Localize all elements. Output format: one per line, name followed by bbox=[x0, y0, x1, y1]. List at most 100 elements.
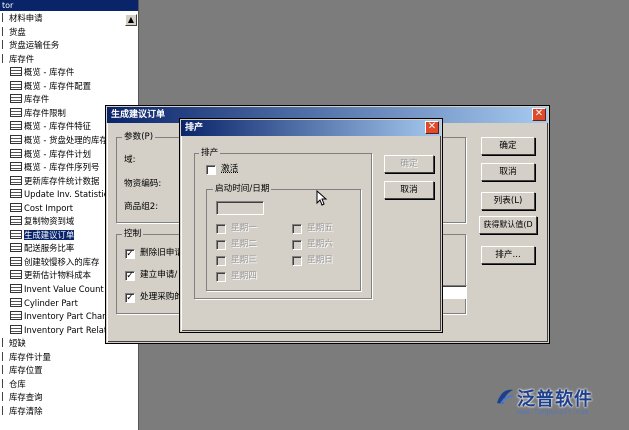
params-group-label: 参数(P) bbox=[122, 132, 156, 143]
friday-label: 星期五 bbox=[307, 223, 333, 233]
tree-item[interactable]: 库存清除 bbox=[0, 405, 136, 418]
tree-item-label: 创建较慢移入的库存 bbox=[24, 256, 100, 267]
tree-branch-icon bbox=[2, 40, 7, 50]
start-time-input[interactable] bbox=[216, 201, 264, 215]
start-time-group-label: 启动时间/日期 bbox=[213, 184, 272, 195]
tree-item[interactable]: 概览 - 库存件配置 bbox=[0, 80, 136, 93]
monday-checkbox[interactable] bbox=[216, 224, 226, 234]
activate-label: 激活 bbox=[221, 164, 239, 174]
thursday-checkbox[interactable] bbox=[216, 272, 226, 282]
material-code-label: 物资编码: bbox=[124, 179, 162, 189]
activate-checkbox[interactable] bbox=[206, 165, 216, 175]
tree-branch-icon bbox=[2, 378, 7, 388]
form-window-icon bbox=[10, 162, 22, 172]
tree-item-label: 复制物资到域 bbox=[24, 216, 75, 227]
tree-item[interactable]: 库存件计量 bbox=[0, 351, 136, 364]
tuesday-checkbox[interactable] bbox=[216, 240, 226, 250]
form-window-icon bbox=[10, 243, 22, 253]
tree-item[interactable]: 库存件 bbox=[0, 93, 136, 106]
monday-label: 星期一 bbox=[231, 223, 257, 233]
schedule-button[interactable]: 排产... bbox=[481, 246, 535, 264]
form-window-icon bbox=[10, 107, 22, 117]
order-dialog-close-icon[interactable]: ✕ bbox=[532, 108, 546, 121]
form-window-icon bbox=[10, 121, 22, 131]
form-window-icon bbox=[10, 189, 22, 199]
tree-item-label: 概览 - 库存件序列号 bbox=[24, 162, 100, 173]
schedule-cancel-button[interactable]: 取消 bbox=[384, 181, 434, 199]
process-purchase-checkbox[interactable]: ✓ bbox=[125, 293, 135, 303]
schedule-ok-button[interactable]: 确定 bbox=[384, 155, 434, 173]
tree-item-label: Invent Value Count bbox=[24, 284, 104, 294]
tree-item-label: 生成建议订单 bbox=[24, 229, 75, 240]
form-window-icon bbox=[10, 134, 22, 144]
brand-url: www.fanpusoft.com bbox=[517, 408, 589, 416]
tree-item[interactable]: 货盘运输任务 bbox=[0, 39, 136, 52]
brand-watermark: 泛普软件 www.fanpusoft.com bbox=[495, 383, 627, 427]
tree-item-label: 概览 - 库存件特征 bbox=[24, 121, 91, 132]
schedule-group-label: 排产 bbox=[199, 148, 221, 159]
tree-branch-icon bbox=[2, 338, 7, 348]
tree-item[interactable]: 概览 - 库存件 bbox=[0, 66, 136, 79]
sunday-checkbox[interactable] bbox=[292, 256, 302, 266]
navigator-title: tor bbox=[0, 0, 138, 11]
tree-item-label: 库存清除 bbox=[9, 405, 43, 416]
form-window-icon bbox=[10, 324, 22, 334]
form-window-icon bbox=[10, 256, 22, 266]
tree-item-label: 库存位置 bbox=[9, 365, 43, 376]
saturday-checkbox[interactable] bbox=[292, 240, 302, 250]
tree-item[interactable]: 货盘 bbox=[0, 26, 136, 39]
fanpu-logo-icon bbox=[497, 389, 514, 405]
form-window-icon bbox=[10, 80, 22, 90]
tree-branch-icon bbox=[2, 13, 7, 22]
tree-item-label: 概览 - 库存件 bbox=[24, 67, 75, 78]
schedule-dialog-title: 排产 bbox=[185, 123, 204, 133]
tree-item-label: Cost Import bbox=[24, 202, 74, 213]
form-window-icon bbox=[10, 216, 22, 226]
tree-item-label: 仓库 bbox=[9, 378, 26, 389]
tree-item-label: 概览 - 库存件配置 bbox=[24, 80, 91, 91]
process-purchase-label: 处理采购的 bbox=[140, 292, 183, 302]
sunday-label: 星期日 bbox=[307, 255, 333, 265]
tree-item[interactable]: 库存位置 bbox=[0, 364, 136, 377]
product-group-label: 商品组2: bbox=[124, 202, 159, 212]
tree-item-label: Cylinder Part bbox=[24, 297, 78, 308]
tree-item[interactable]: 材料申请 bbox=[0, 12, 136, 25]
ok-button[interactable]: 确定 bbox=[481, 137, 535, 155]
order-dialog-title: 生成建议订单 bbox=[111, 110, 166, 120]
form-window-icon bbox=[10, 67, 22, 77]
tree-item-label: 更新估计物料成本 bbox=[24, 270, 91, 281]
form-window-icon bbox=[10, 229, 22, 239]
create-request-checkbox[interactable]: ✓ bbox=[125, 271, 135, 281]
tree-branch-icon bbox=[2, 392, 7, 402]
wednesday-checkbox[interactable] bbox=[216, 256, 226, 266]
tree-branch-icon bbox=[2, 26, 7, 36]
tree-item[interactable]: 库存件 bbox=[0, 53, 136, 66]
tree-item-label: 短缺 bbox=[9, 338, 26, 349]
form-window-icon bbox=[10, 148, 22, 158]
tree-item-label: 概览 - 货盘处理的库存 bbox=[24, 134, 108, 145]
tree-branch-icon bbox=[2, 351, 7, 361]
tree-branch-icon bbox=[2, 365, 7, 375]
form-window-icon bbox=[10, 311, 22, 321]
cancel-button[interactable]: 取消 bbox=[481, 163, 535, 181]
tree-item[interactable]: 仓库 bbox=[0, 378, 136, 391]
schedule-dialog-close-icon[interactable]: ✕ bbox=[425, 121, 439, 134]
tree-item-label: 配送服务比率 bbox=[24, 243, 75, 254]
schedule-dialog: 排产 ✕ 排产 激活 启动时间/日期 星期一 星期二 星期三 星期四 星期五 星… bbox=[180, 119, 442, 332]
tree-item[interactable]: 库存查询 bbox=[0, 391, 136, 404]
schedule-dialog-titlebar[interactable]: 排产 ✕ bbox=[181, 120, 441, 136]
delete-old-requests-label: 删除旧申请 bbox=[140, 248, 183, 258]
get-defaults-button[interactable]: 获得默认值(D bbox=[479, 216, 537, 234]
tuesday-label: 星期二 bbox=[231, 239, 257, 249]
form-window-icon bbox=[10, 284, 22, 293]
tree-branch-icon bbox=[2, 53, 7, 63]
tree-item-label: 库存件 bbox=[24, 94, 50, 105]
saturday-label: 星期六 bbox=[307, 239, 333, 249]
thursday-label: 星期四 bbox=[231, 271, 257, 281]
friday-checkbox[interactable] bbox=[292, 224, 302, 234]
create-request-label: 建立申请/ bbox=[140, 270, 178, 280]
delete-old-requests-checkbox[interactable]: ✓ bbox=[125, 249, 135, 259]
form-window-icon bbox=[10, 297, 22, 307]
list-button[interactable]: 列表(L) bbox=[481, 192, 535, 210]
form-window-icon bbox=[10, 175, 22, 185]
